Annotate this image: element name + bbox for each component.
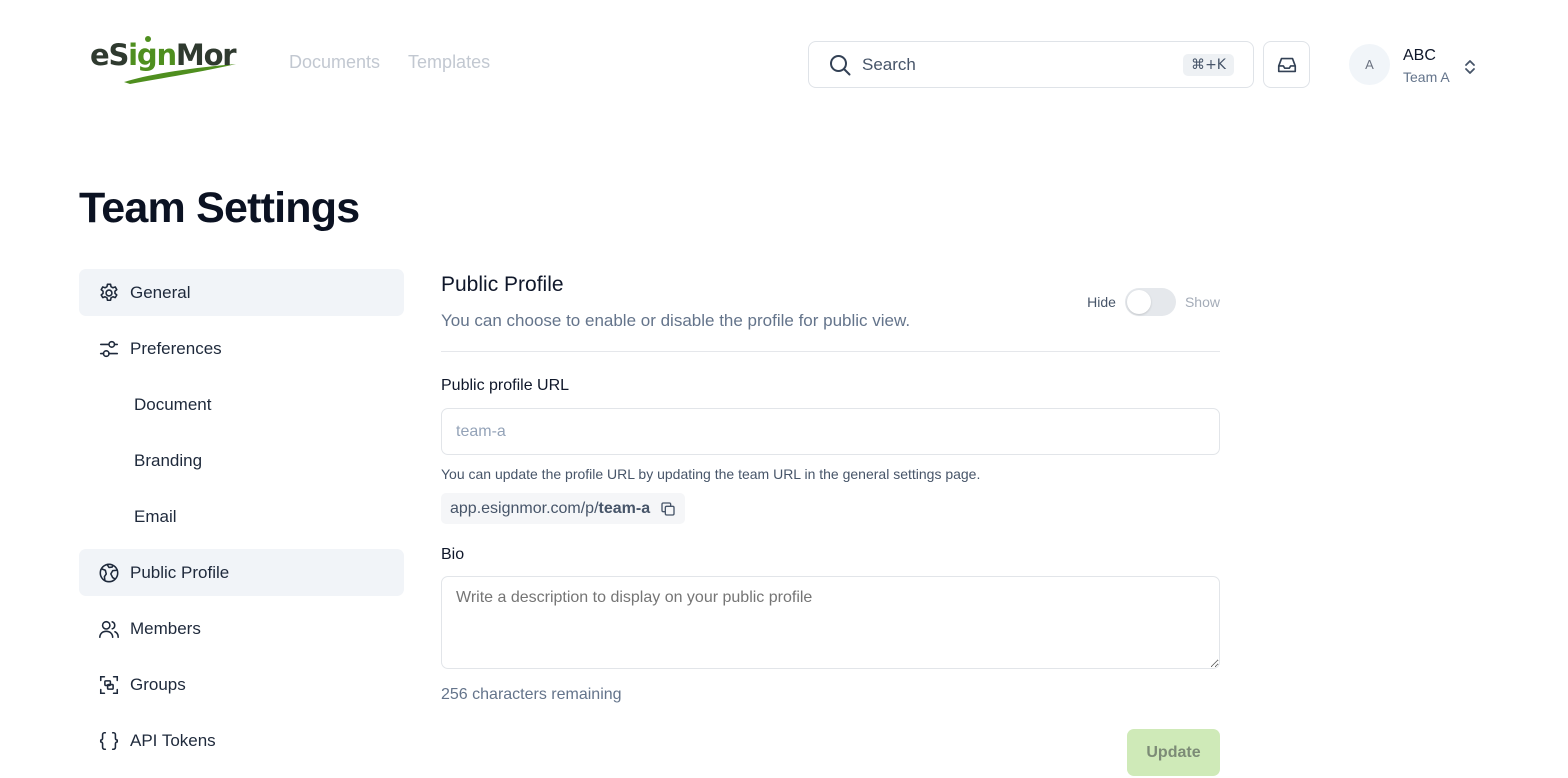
- top-nav: Documents Templates: [289, 52, 490, 73]
- logo-text: eSignMor: [90, 38, 237, 72]
- public-profile-section: Public Profile You can choose to enable …: [441, 270, 1220, 704]
- toggle-show-label: Show: [1184, 294, 1220, 310]
- user-name: ABC: [1403, 47, 1436, 64]
- user-team: Team A: [1403, 69, 1450, 85]
- sidebar-item-label: General: [130, 282, 191, 302]
- bio-field-label: Bio: [441, 546, 465, 563]
- url-prefix: app.esignmor.com/p/: [450, 499, 599, 517]
- page-title: Team Settings: [79, 184, 360, 232]
- characters-remaining: 256 characters remaining: [441, 686, 622, 703]
- sidebar-item-label: Members: [130, 618, 201, 638]
- toggle-hide-label: Hide: [1087, 294, 1116, 310]
- sidebar-item-branding[interactable]: Branding: [79, 437, 404, 484]
- toggle-knob: [1126, 290, 1151, 314]
- sidebar-item-members[interactable]: Members: [79, 605, 404, 652]
- users-icon: [97, 617, 121, 641]
- user-menu[interactable]: A ABC Team A: [1349, 44, 1478, 85]
- chevron-up-down-icon: [1464, 59, 1475, 74]
- url-helper-text: You can update the profile URL by updati…: [441, 466, 981, 482]
- sidebar-item-label: Preferences: [130, 338, 222, 358]
- update-button[interactable]: Update: [1127, 729, 1220, 776]
- braces-icon: [97, 729, 121, 753]
- search-label: Search: [862, 54, 916, 74]
- sidebar-item-label: Groups: [130, 674, 186, 694]
- visibility-toggle-group: Hide Show: [1087, 288, 1220, 316]
- sidebar-item-public-profile[interactable]: Public Profile: [79, 549, 404, 596]
- sidebar-item-groups[interactable]: Groups: [79, 661, 404, 708]
- search-icon: [830, 54, 851, 75]
- sidebar-item-label: Branding: [134, 450, 203, 470]
- sidebar-item-general[interactable]: General: [79, 269, 404, 316]
- search-bar[interactable]: Search ⌘+K: [808, 41, 1254, 88]
- search-shortcut: ⌘+K: [1183, 53, 1234, 76]
- gear-icon: [97, 281, 121, 305]
- url-slug: team-a: [598, 499, 651, 517]
- nav-documents[interactable]: Documents: [289, 52, 380, 73]
- divider: [441, 351, 1220, 352]
- group-icon: [97, 673, 121, 697]
- sidebar-item-api-tokens[interactable]: API Tokens: [79, 717, 404, 764]
- sidebar-item-label: Public Profile: [130, 562, 230, 582]
- copy-icon: [661, 501, 675, 516]
- nav-templates[interactable]: Templates: [408, 52, 490, 73]
- globe-icon: [97, 561, 121, 585]
- sidebar-item-preferences[interactable]: Preferences: [79, 325, 404, 372]
- app-logo[interactable]: eSignMor: [90, 34, 238, 88]
- bio-textarea[interactable]: [441, 576, 1220, 669]
- sidebar-item-label: API Tokens: [130, 730, 216, 750]
- url-placeholder: team-a: [456, 422, 506, 440]
- sidebar-item-email[interactable]: Email: [79, 493, 404, 540]
- sidebar-item-document[interactable]: Document: [79, 381, 404, 428]
- inbox-button[interactable]: [1263, 41, 1310, 88]
- sidebar-item-label: Email: [134, 506, 177, 526]
- sidebar-item-label: Document: [134, 394, 212, 414]
- url-field-label: Public profile URL: [441, 377, 570, 394]
- visibility-toggle[interactable]: [1124, 288, 1176, 316]
- avatar: A: [1349, 44, 1390, 85]
- profile-url-input[interactable]: team-a: [441, 408, 1220, 455]
- settings-sidebar: General Preferences Document Branding Em…: [79, 269, 404, 773]
- profile-url-copy[interactable]: app.esignmor.com/p/team-a: [441, 493, 686, 524]
- inbox-icon: [1277, 57, 1296, 72]
- sliders-icon: [97, 337, 121, 361]
